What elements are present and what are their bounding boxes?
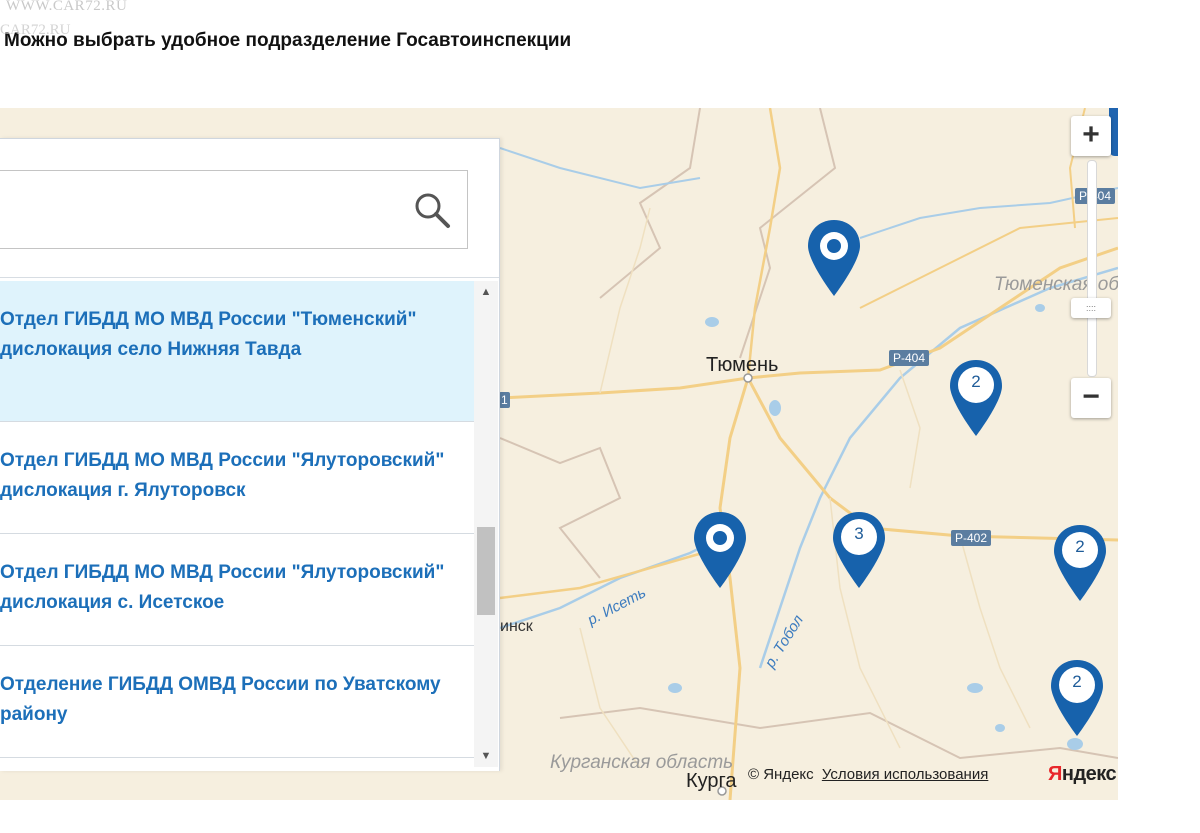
zoom-slider-track[interactable]: [1087, 160, 1097, 377]
list-item[interactable]: Отдел ГИБДД МО МВД России "Тюменский" ди…: [0, 281, 474, 422]
map-cluster-icon: [950, 360, 1002, 436]
list-item-label: Отдел ГИБДД МО МВД России "Ялуторовский"…: [0, 450, 445, 501]
page-heading: Можно выбрать удобное подразделение Госа…: [4, 30, 572, 51]
page: WWW.CAR72.RU Можно выбрать удобное подра…: [0, 0, 1200, 833]
region-label-kurgan: Курганская область: [550, 752, 734, 773]
city-label-tyumen: Тюмень: [706, 354, 779, 376]
cluster-count: 2: [1075, 537, 1085, 556]
city-label-partial: инск: [500, 618, 533, 635]
search-icon[interactable]: [413, 191, 451, 229]
list-item[interactable]: Отделение ГИБДД ОМВД России по Уватскому…: [0, 646, 474, 758]
zoom-out-button[interactable]: −: [1071, 378, 1111, 418]
map-pin-cluster[interactable]: 2: [1052, 523, 1108, 603]
list-item-label: Отдел ГИБДД МО МВД России "Тюменский" ди…: [0, 309, 417, 360]
zoom-in-button[interactable]: +: [1071, 116, 1111, 156]
zoom-slider-handle[interactable]: ::::: [1071, 298, 1111, 318]
map-pin-icon: [694, 512, 746, 588]
list-scrollbar[interactable]: ▲ ▼: [474, 281, 498, 767]
road-badge-r402: Р-402: [951, 530, 992, 546]
map-pin-cluster[interactable]: 2: [1049, 658, 1105, 738]
map-pin-single[interactable]: [692, 510, 748, 590]
cluster-count: 2: [971, 372, 981, 391]
search-input[interactable]: [0, 171, 410, 248]
road-badge-r404: Р-404: [889, 350, 930, 366]
yandex-logo-initial: Я: [1048, 763, 1062, 785]
map-pin-cluster[interactable]: 3: [831, 510, 887, 590]
list-item-label: Отдел ГИБДД МО МВД России "Ялуторовский"…: [0, 562, 445, 613]
map-pin-single[interactable]: [806, 218, 862, 298]
map-cluster-icon: [833, 512, 885, 588]
watermark-overlay: CAR72.RU: [0, 22, 71, 38]
results-list: Отдел ГИБДД МО МВД России "Тюменский" ди…: [0, 281, 474, 767]
scroll-up-arrow-icon[interactable]: ▲: [474, 283, 498, 301]
yandex-logo[interactable]: Яндекс: [1048, 763, 1117, 786]
search-box: [0, 170, 468, 249]
map-pin-icon: [808, 220, 860, 296]
yandex-logo-rest: ндекс: [1061, 763, 1117, 785]
watermark: WWW.CAR72.RU: [6, 0, 128, 14]
copyright-text: © Яндекс: [748, 766, 814, 783]
region-label-tyumen: Тюменская об: [994, 274, 1118, 295]
list-item[interactable]: Отдел ГИБДД МО МВД России "Ялуторовский"…: [0, 534, 474, 646]
scroll-down-arrow-icon[interactable]: ▼: [474, 747, 498, 765]
cluster-count: 3: [854, 524, 864, 543]
map-copyright: © Яндекс Условия использования: [748, 766, 989, 783]
panel-divider: [0, 277, 499, 278]
map-pin-cluster[interactable]: 2: [948, 358, 1004, 438]
scrollbar-thumb[interactable]: [477, 527, 495, 615]
map-cluster-icon: [1051, 660, 1103, 736]
list-item[interactable]: Отдел ГИБДД МО МВД России "Ялуторовский"…: [0, 422, 474, 534]
list-item-label: Отделение ГИБДД ОМВД России по Уватскому…: [0, 674, 441, 725]
terms-link[interactable]: Условия использования: [822, 766, 989, 783]
map-cluster-icon: [1054, 525, 1106, 601]
cluster-count: 2: [1072, 672, 1082, 691]
road-badge-left: 1: [499, 392, 510, 408]
search-panel: Отдел ГИБДД МО МВД России "Тюменский" ди…: [0, 138, 500, 771]
